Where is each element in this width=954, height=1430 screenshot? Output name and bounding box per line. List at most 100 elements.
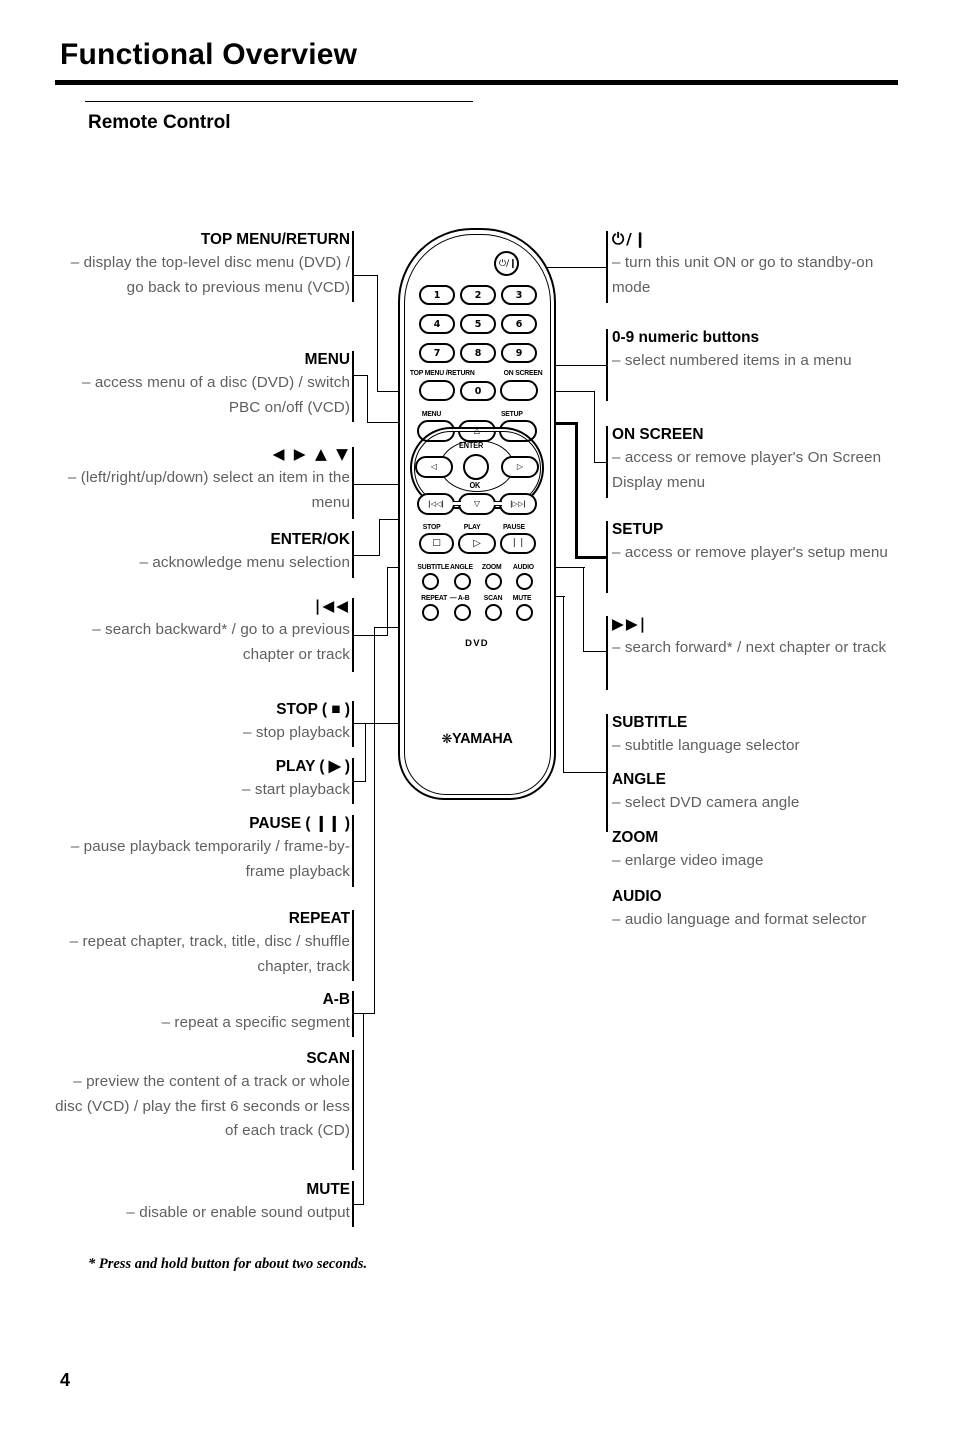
pause-button[interactable]: ❘❘ xyxy=(500,533,536,554)
zoom-button[interactable] xyxy=(485,573,502,590)
callout-description: – stop playback xyxy=(242,724,350,741)
play-triangle-icon: ▷ xyxy=(473,537,481,549)
callout-description: – acknowledge menu selection xyxy=(139,554,350,571)
numeric-key-3[interactable]: 3 xyxy=(501,285,537,305)
power-button[interactable]: ⏻/❙ xyxy=(494,251,519,276)
cursor-right-button[interactable]: ▷ xyxy=(501,456,539,478)
callout-power: ⏻/❙ – turn this unit ON or go to standby… xyxy=(612,228,912,300)
callout-mute: MUTE – disable or enable sound output xyxy=(55,1178,350,1226)
callout-description: – (left/right/up/down) select an item in… xyxy=(67,469,350,511)
ok-label: OK xyxy=(469,481,481,490)
callout-audio: AUDIO – audio language and format select… xyxy=(612,885,912,933)
leader-searchback-b xyxy=(387,568,389,636)
audio-button[interactable] xyxy=(516,573,533,590)
leader-top-menu-b xyxy=(377,275,379,392)
callout-heading: A-B xyxy=(322,991,350,1008)
numeric-key-8[interactable]: 8 xyxy=(460,343,496,363)
title-divider xyxy=(55,80,898,85)
top-menu-return-button[interactable] xyxy=(419,380,455,401)
stop-label: STOP xyxy=(422,522,441,531)
triangle-down-icon: ▽ xyxy=(473,499,481,508)
callout-heading: ANGLE xyxy=(612,771,666,788)
callout-description: – access or remove player's setup menu xyxy=(612,544,888,561)
numeric-key-4[interactable]: 4 xyxy=(419,314,455,334)
numeric-key-0[interactable]: 0 xyxy=(460,381,496,401)
scan-button[interactable] xyxy=(485,604,502,621)
callout-zoom: ZOOM – enlarge video image xyxy=(612,826,912,874)
callout-top-menu-return: TOP MENU/RETURN – display the top-level … xyxy=(55,228,350,300)
angle-button[interactable] xyxy=(454,573,471,590)
stop-button[interactable]: □ xyxy=(419,533,454,554)
setup-label: SETUP xyxy=(500,409,523,418)
mute-label: MUTE xyxy=(512,593,532,602)
page-number: 4 xyxy=(60,1370,71,1390)
on-screen-label: ON SCREEN xyxy=(503,368,543,377)
numeric-key-5[interactable]: 5 xyxy=(460,314,496,334)
next-track-button[interactable]: |▷▷| xyxy=(499,493,537,515)
previous-track-button[interactable]: |◁◁| xyxy=(417,493,455,515)
repeat-ab-label: — A-B xyxy=(449,593,470,602)
subtitle-label: SUBTITLE xyxy=(417,562,450,571)
numeric-key-6[interactable]: 6 xyxy=(501,314,537,334)
stop-square-icon: □ xyxy=(432,538,441,548)
callout-heading: ON SCREEN xyxy=(612,426,704,443)
play-button[interactable]: ▷ xyxy=(458,533,496,554)
repeat-label: REPEAT xyxy=(421,593,448,602)
section-title: Remote Control xyxy=(88,112,231,133)
numeric-key-2[interactable]: 2 xyxy=(460,285,496,305)
next-track-icon: |▷▷| xyxy=(510,499,526,508)
callout-play: PLAY ( ▶ ) – start playback xyxy=(55,755,350,803)
callout-description: – turn this unit ON or go to standby-on … xyxy=(612,254,874,296)
callout-heading: SCAN xyxy=(306,1050,350,1067)
callout-description: – pause playback temporarily / frame-by-… xyxy=(70,838,350,880)
leader-audio-c xyxy=(563,772,607,774)
callout-scan: SCAN – preview the content of a track or… xyxy=(55,1047,350,1144)
a-b-button[interactable] xyxy=(454,604,471,621)
dvd-media-label: DVD xyxy=(465,638,489,649)
play-label: PLAY xyxy=(463,522,481,531)
numeric-key-7[interactable]: 7 xyxy=(419,343,455,363)
callout-repeat: REPEAT – repeat chapter, track, title, d… xyxy=(55,907,350,979)
brace-scan xyxy=(352,1050,354,1170)
callout-description: – enlarge video image xyxy=(612,852,764,869)
leader-audio-b xyxy=(563,596,565,773)
callout-heading: MENU xyxy=(304,351,350,368)
callout-description: – audio language and format selector xyxy=(612,911,867,928)
leader-play-a xyxy=(352,781,366,783)
callout-description: – subtitle language selector xyxy=(612,737,800,754)
on-screen-button[interactable] xyxy=(500,380,538,401)
enter-ok-button[interactable] xyxy=(463,454,489,480)
numeric-key-1[interactable]: 1 xyxy=(419,285,455,305)
callout-heading: STOP ( ■ ) xyxy=(276,701,350,718)
leader-play-b xyxy=(365,723,367,782)
callout-heading: 0-9 numeric buttons xyxy=(612,329,760,346)
callout-description: – select DVD camera angle xyxy=(612,794,800,811)
callout-search-forward: ▶▶| – search forward* / next chapter or … xyxy=(612,613,912,661)
leader-onscreen-b xyxy=(594,391,596,463)
repeat-button[interactable] xyxy=(422,604,439,621)
callout-stop: STOP ( ■ ) – stop playback xyxy=(55,698,350,746)
callout-description: – search forward* / next chapter or trac… xyxy=(612,639,887,656)
callout-enter-ok: ENTER/OK – acknowledge menu selection xyxy=(55,528,351,576)
numeric-key-9[interactable]: 9 xyxy=(501,343,537,363)
leader-menu-a xyxy=(352,375,368,377)
scan-label: SCAN xyxy=(483,593,503,602)
callout-heading: TOP MENU/RETURN xyxy=(200,231,350,248)
audio-label: AUDIO xyxy=(512,562,534,571)
leader-top-menu-a xyxy=(352,275,378,277)
leader-repeat-b xyxy=(374,627,376,1014)
callout-description: – preview the content of a track or whol… xyxy=(55,1073,350,1139)
callout-heading: SUBTITLE xyxy=(612,714,688,731)
leader-searchfwd-c xyxy=(583,651,607,653)
leader-onscreen-c xyxy=(594,462,607,464)
subtitle-button[interactable] xyxy=(422,573,439,590)
callout-description: – disable or enable sound output xyxy=(126,1204,350,1221)
callout-description: – start playback xyxy=(242,781,350,798)
callout-heading: |◀◀ xyxy=(314,597,350,615)
cursor-left-button[interactable]: ◁ xyxy=(415,456,453,478)
callout-heading: REPEAT xyxy=(288,910,350,927)
cursor-down-button[interactable]: ▽ xyxy=(458,493,496,515)
yamaha-tuning-fork-icon: ❋ xyxy=(441,732,453,747)
mute-button[interactable] xyxy=(516,604,533,621)
callout-description: – access or remove player's On Screen Di… xyxy=(612,449,882,491)
